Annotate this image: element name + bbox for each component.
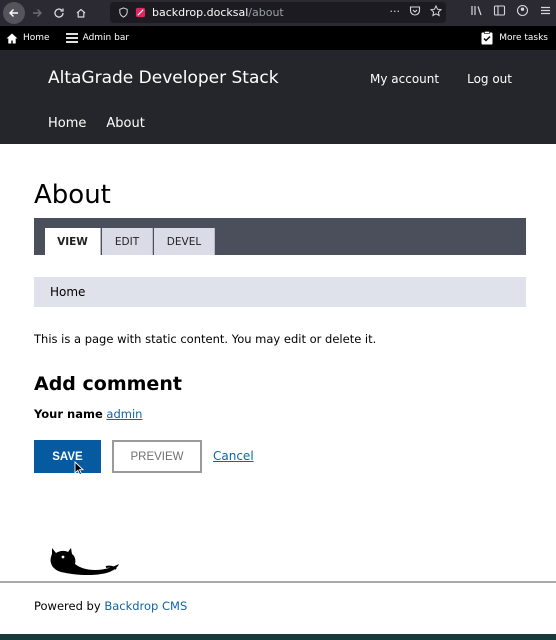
account-icon[interactable]: [516, 4, 529, 17]
breadcrumb: Home: [34, 277, 526, 307]
tab-edit[interactable]: EDIT: [102, 228, 153, 255]
menu-icon[interactable]: [539, 4, 552, 17]
site-name[interactable]: AltaGrade Developer Stack: [48, 68, 279, 88]
more-tasks-label: More tasks: [499, 33, 548, 43]
backdrop-logo-icon: [50, 548, 119, 576]
author-name-link[interactable]: admin: [106, 407, 142, 421]
breadcrumb-home-link[interactable]: Home: [50, 285, 85, 299]
hamburger-icon: [65, 33, 78, 43]
my-account-link[interactable]: My account: [370, 72, 439, 86]
page-body-text: This is a page with static content. You …: [34, 332, 377, 346]
admin-home-link[interactable]: Home: [6, 33, 50, 44]
account-menu: My account Log out: [370, 72, 512, 86]
pocket-icon[interactable]: [409, 5, 421, 17]
log-out-link[interactable]: Log out: [467, 72, 512, 86]
url-path: /about: [248, 6, 284, 19]
local-tabs: VIEW EDIT DEVEL: [34, 218, 526, 255]
browser-toolbar: backdrop.docksal/about ···: [0, 0, 556, 26]
site-icon: [135, 7, 146, 18]
reload-button[interactable]: [49, 3, 69, 23]
shield-icon: [119, 7, 128, 18]
more-tasks-button[interactable]: More tasks: [481, 31, 548, 45]
admin-bar-menu[interactable]: Admin bar: [65, 33, 130, 43]
home-button[interactable]: [71, 3, 91, 23]
preview-button[interactable]: PREVIEW: [112, 440, 202, 473]
url-host: backdrop.docksal: [152, 6, 249, 19]
save-button[interactable]: SAVE: [34, 440, 101, 473]
back-button[interactable]: [3, 2, 25, 24]
admin-home-label: Home: [23, 33, 50, 43]
admin-bar: Home Admin bar More tasks: [0, 26, 556, 50]
footer-divider: [0, 581, 556, 583]
nav-home-link[interactable]: Home: [48, 116, 86, 131]
reload-icon: [54, 8, 64, 18]
sidebar-icon[interactable]: [493, 4, 506, 17]
url-bar[interactable]: backdrop.docksal/about ···: [110, 2, 446, 23]
clipboard-check-icon: [481, 31, 493, 45]
mouse-pointer-icon: [74, 461, 84, 476]
main-nav: Home About: [48, 116, 145, 131]
home-icon: [6, 33, 18, 43]
forward-button[interactable]: [27, 3, 47, 23]
star-icon[interactable]: [430, 5, 442, 17]
your-name-row: Your name admin: [34, 407, 142, 421]
back-icon: [9, 9, 18, 17]
cancel-link[interactable]: Cancel: [213, 449, 254, 463]
forward-icon: [33, 9, 42, 17]
more-icon[interactable]: ···: [390, 5, 401, 18]
library-icon[interactable]: [470, 4, 483, 17]
comment-form-title: Add comment: [34, 373, 182, 395]
page-title: About: [34, 180, 111, 210]
admin-bar-label: Admin bar: [82, 33, 130, 43]
footer-powered-by: Powered by Backdrop CMS: [34, 599, 187, 613]
home-icon: [76, 8, 86, 18]
tab-devel[interactable]: DEVEL: [154, 228, 215, 255]
tab-view[interactable]: VIEW: [45, 228, 101, 255]
bottom-edge: [0, 634, 556, 640]
nav-about-link[interactable]: About: [106, 116, 144, 131]
backdrop-cms-link[interactable]: Backdrop CMS: [104, 599, 187, 613]
site-header: AltaGrade Developer Stack My account Log…: [0, 50, 556, 144]
powered-by-label: Powered by: [34, 599, 101, 613]
your-name-label: Your name: [34, 407, 103, 421]
